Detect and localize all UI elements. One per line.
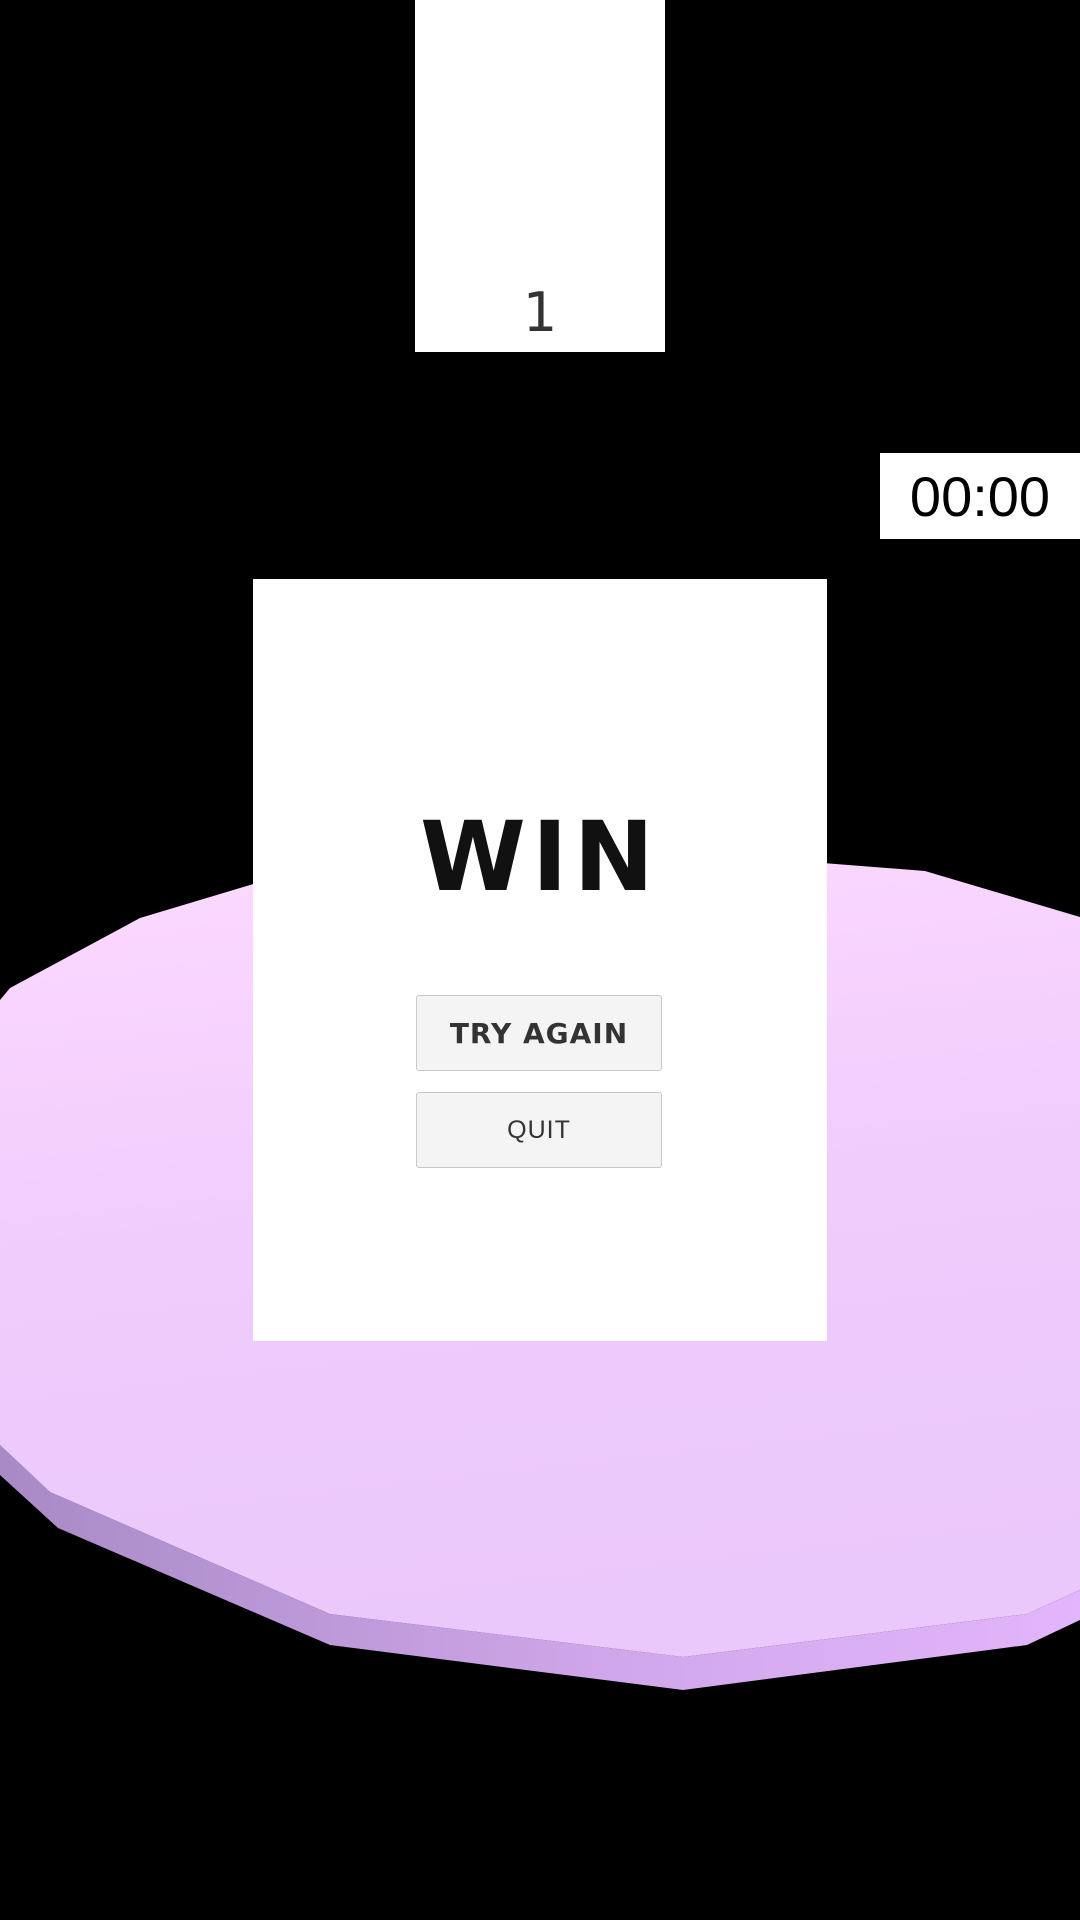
- timer-text: 00:00: [909, 464, 1051, 528]
- level-indicator: 1: [415, 0, 665, 352]
- game-stage: 1 00:00 WIN TRY AGAIN QUIT: [0, 0, 1080, 1920]
- try-again-button[interactable]: TRY AGAIN: [416, 995, 662, 1071]
- timer-display: 00:00: [880, 453, 1080, 539]
- win-panel: WIN TRY AGAIN QUIT: [253, 579, 827, 1341]
- quit-button[interactable]: QUIT: [416, 1092, 662, 1168]
- level-number: 1: [522, 281, 558, 344]
- win-title: WIN: [420, 801, 660, 913]
